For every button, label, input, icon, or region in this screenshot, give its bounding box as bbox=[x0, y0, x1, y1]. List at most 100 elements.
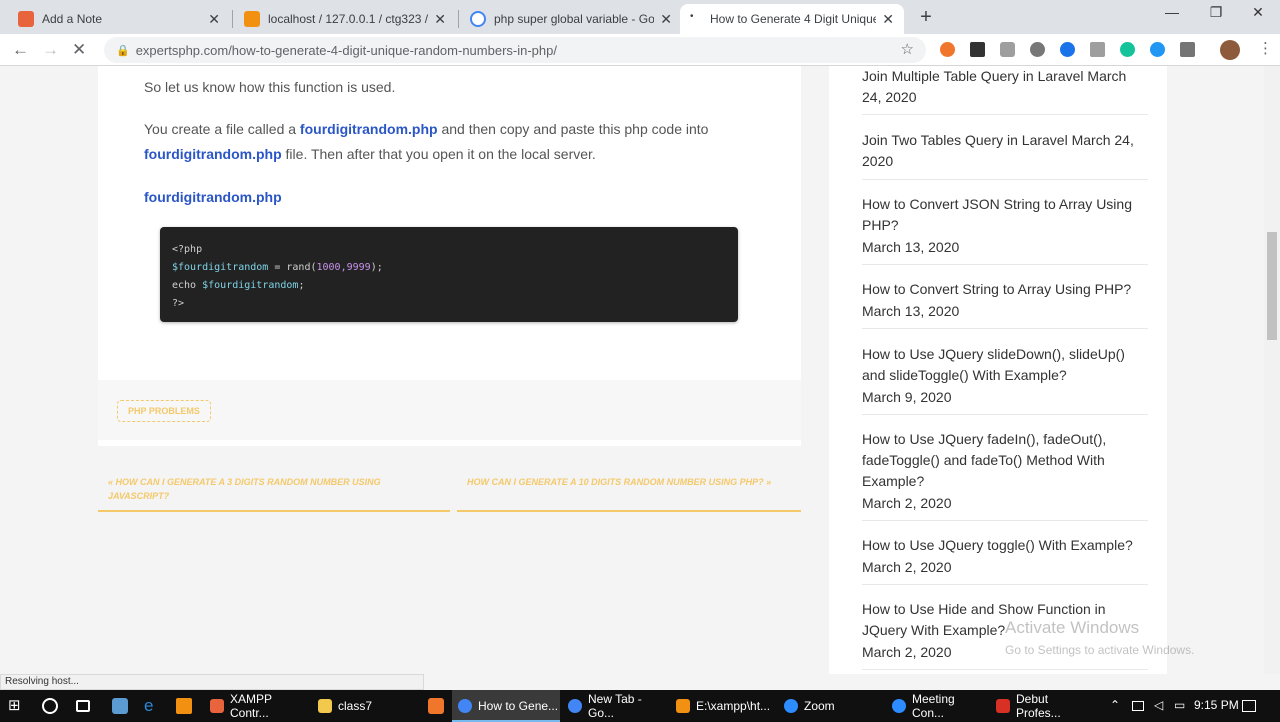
taskbar-item[interactable]: class7 bbox=[312, 690, 420, 722]
sidebar-post[interactable]: How to Use JQuery slideDown(), slideUp()… bbox=[862, 344, 1148, 415]
category-tag[interactable]: PHP PROBLEMS bbox=[117, 400, 211, 422]
activate-windows-watermark: Activate Windows Go to Settings to activ… bbox=[1005, 618, 1194, 657]
extension-icon[interactable] bbox=[1030, 42, 1045, 57]
network-icon[interactable]: ▭ bbox=[1174, 698, 1185, 712]
code-token: ); bbox=[370, 262, 383, 273]
close-icon[interactable]: ✕ bbox=[208, 11, 220, 28]
taskbar-item[interactable]: Meeting Con... bbox=[886, 690, 988, 722]
new-tab-button[interactable]: + bbox=[914, 6, 938, 29]
file-link[interactable]: fourdigitrandom.php bbox=[144, 146, 282, 162]
windows-start-icon[interactable]: ⊞ bbox=[8, 698, 24, 714]
taskbar-item[interactable]: E:\xampp\ht... bbox=[670, 690, 776, 722]
mail-icon[interactable] bbox=[1090, 42, 1105, 57]
grammarly-icon[interactable] bbox=[1120, 42, 1135, 57]
close-icon[interactable]: ✕ bbox=[434, 11, 446, 28]
notifications-icon[interactable] bbox=[1242, 700, 1256, 712]
extensions-puzzle-icon[interactable] bbox=[1180, 42, 1195, 57]
close-icon[interactable]: ✕ bbox=[660, 11, 672, 28]
battery-icon[interactable] bbox=[1132, 701, 1144, 711]
extension-icon[interactable] bbox=[940, 42, 955, 57]
volume-icon[interactable]: ◁ bbox=[1154, 698, 1163, 712]
tab-title: How to Generate 4 Digit Unique bbox=[710, 12, 877, 26]
sidebar-post[interactable]: Join Multiple Table Query in Laravel Mar… bbox=[862, 66, 1148, 115]
xampp-icon bbox=[18, 11, 34, 27]
menu-kebab-icon[interactable]: ⋮ bbox=[1258, 39, 1273, 57]
para-text: You create a file called a bbox=[144, 121, 300, 137]
tab-localhost[interactable]: localhost / 127.0.0.1 / ctg323 / re ✕ bbox=[234, 4, 456, 34]
chevron-up-icon[interactable]: ⌃ bbox=[1110, 698, 1120, 712]
watermark-title: Activate Windows bbox=[1005, 618, 1140, 637]
post-title[interactable]: How to Convert String to Array Using PHP… bbox=[862, 279, 1148, 300]
post-date: March 13, 2020 bbox=[862, 303, 960, 319]
minimize-button[interactable]: — bbox=[1152, 4, 1192, 20]
para-text: file. Then after that you open it on the… bbox=[281, 146, 596, 162]
lock-icon: 🔒 bbox=[116, 44, 130, 57]
taskbar-item[interactable]: New Tab - Go... bbox=[562, 690, 668, 722]
code-token: ?> bbox=[172, 298, 185, 309]
post-title[interactable]: How to Use JQuery fadeIn(), fadeOut(), f… bbox=[862, 429, 1148, 492]
taskbar-item[interactable]: XAMPP Contr... bbox=[204, 690, 310, 722]
taskbar-item[interactable]: Debut Profes... bbox=[990, 690, 1096, 722]
post-date: March 2, 2020 bbox=[862, 495, 952, 511]
sidebar-post[interactable]: How to Convert JSON String to Array Usin… bbox=[862, 194, 1148, 265]
prev-post-underline bbox=[98, 510, 450, 512]
post-date: March 2, 2020 bbox=[862, 559, 952, 575]
file-heading-link[interactable]: fourdigitrandom.php bbox=[144, 189, 282, 205]
code-token: 1000,9999 bbox=[316, 262, 371, 273]
avatar[interactable] bbox=[1220, 40, 1240, 60]
post-title[interactable]: Join Two Tables Query in Laravel March 2… bbox=[862, 130, 1148, 172]
next-post-link[interactable]: HOW CAN I GENERATE A 10 DIGITS RANDOM NU… bbox=[467, 475, 801, 489]
back-icon[interactable]: ← bbox=[12, 40, 29, 60]
bookmark-star-icon[interactable]: ☆ bbox=[901, 40, 914, 58]
extension-icon[interactable] bbox=[970, 42, 985, 57]
search-icon[interactable] bbox=[42, 698, 58, 714]
chrome-icon bbox=[458, 699, 472, 713]
tab-current[interactable]: • How to Generate 4 Digit Unique ✕ bbox=[680, 4, 904, 34]
close-icon[interactable]: ✕ bbox=[882, 11, 894, 28]
page-scrollbar[interactable] bbox=[1264, 66, 1280, 674]
watermark-subtitle: Go to Settings to activate Windows. bbox=[1005, 643, 1195, 657]
taskbar-item[interactable]: Zoom bbox=[778, 690, 884, 722]
tab-google-search[interactable]: php super global variable - Goog ✕ bbox=[460, 4, 682, 34]
taskbar-item-active[interactable]: How to Gene... bbox=[452, 690, 560, 722]
app-icon[interactable] bbox=[176, 698, 192, 714]
stop-loading-icon[interactable]: ✕ bbox=[72, 40, 86, 60]
taskbar-label: Meeting Con... bbox=[912, 692, 955, 720]
app-icon[interactable] bbox=[428, 698, 444, 714]
scrollbar-thumb[interactable] bbox=[1267, 232, 1277, 340]
code-line: ?> bbox=[172, 295, 726, 313]
url-text: expertsphp.com/how-to-generate-4-digit-u… bbox=[135, 42, 557, 58]
sidebar-post[interactable]: How to Use JQuery toggle() With Example?… bbox=[862, 535, 1148, 585]
code-token: ; bbox=[298, 280, 305, 291]
post-title[interactable]: How to Use JQuery slideDown(), slideUp()… bbox=[862, 344, 1148, 386]
extension-icon[interactable] bbox=[1060, 42, 1075, 57]
post-title[interactable]: How to Use JQuery toggle() With Example? bbox=[862, 535, 1148, 556]
code-token: $fourdigitrandom bbox=[172, 262, 269, 273]
post-title[interactable]: Join Multiple Table Query in Laravel Mar… bbox=[862, 66, 1148, 108]
forward-icon[interactable]: → bbox=[42, 40, 59, 60]
extension-icon[interactable] bbox=[1150, 42, 1165, 57]
close-window-button[interactable]: ✕ bbox=[1238, 4, 1278, 21]
taskbar-label: E:\xampp\ht... bbox=[696, 699, 771, 713]
sidebar-post[interactable]: Join Two Tables Query in Laravel March 2… bbox=[862, 130, 1148, 180]
code-block[interactable]: <?php $fourdigitrandom = rand(1000,9999)… bbox=[160, 227, 738, 322]
tag-area: PHP PROBLEMS bbox=[98, 380, 801, 440]
file-link[interactable]: fourdigitrandom.php bbox=[300, 121, 438, 137]
prev-post-link[interactable]: « HOW CAN I GENERATE A 3 DIGITS RANDOM N… bbox=[108, 475, 408, 503]
sidebar-post[interactable]: How to Convert String to Array Using PHP… bbox=[862, 279, 1148, 329]
file-heading: fourdigitrandom.php bbox=[144, 185, 764, 210]
restore-button[interactable]: ❐ bbox=[1196, 4, 1236, 21]
edge-icon[interactable]: e bbox=[144, 697, 160, 714]
app-icon[interactable] bbox=[112, 698, 128, 714]
tab-title: Add a Note bbox=[42, 12, 103, 26]
address-bar[interactable]: 🔒 expertsphp.com/how-to-generate-4-digit… bbox=[104, 37, 926, 63]
tab-add-a-note[interactable]: Add a Note ✕ bbox=[8, 4, 230, 34]
intro-text: So let us know how this function is used… bbox=[144, 79, 396, 95]
sidebar-post[interactable]: How to Use JQuery fadeIn(), fadeOut(), f… bbox=[862, 429, 1148, 521]
post-title[interactable]: How to Convert JSON String to Array Usin… bbox=[862, 194, 1148, 236]
camera-icon[interactable] bbox=[1000, 42, 1015, 57]
task-view-icon[interactable] bbox=[76, 700, 90, 712]
clock[interactable]: 9:15 PM bbox=[1194, 698, 1239, 712]
loading-icon: • bbox=[690, 11, 702, 27]
code-token: $fourdigitrandom bbox=[202, 280, 299, 291]
